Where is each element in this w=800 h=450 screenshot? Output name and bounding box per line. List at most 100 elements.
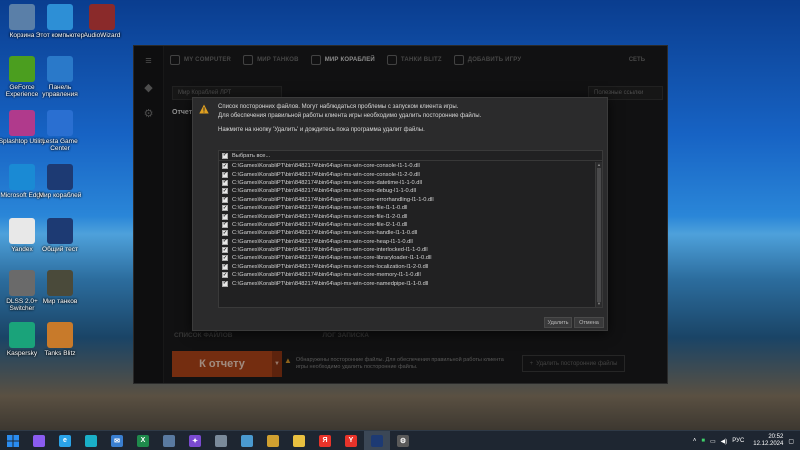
file-list: ✓ Выбрать все... ✓ C:\Games\KorabliPT\bin… xyxy=(218,150,603,308)
desktop-icon[interactable]: Мир танков xyxy=(34,270,86,305)
file-row[interactable]: ✓ C:\Games\KorabliPT\bin\8482174\bin64\ap… xyxy=(219,279,602,287)
taskbar-button[interactable] xyxy=(156,431,182,450)
desktop-icon-label: Tanks Blitz xyxy=(44,350,76,357)
common-test-icon xyxy=(47,218,73,244)
this-pc-icon xyxy=(47,4,73,30)
splashtop-icon xyxy=(9,110,35,136)
checkbox-checked-icon[interactable]: ✓ xyxy=(222,213,228,220)
desktop-icon-label: Панель управления xyxy=(42,84,78,99)
cancel-button[interactable]: Отмена xyxy=(574,317,604,328)
language-indicator[interactable]: РУС xyxy=(732,438,744,444)
file-path: C:\Games\KorabliPT\bin\8482174\bin64\api… xyxy=(232,272,421,279)
file-row[interactable]: ✓ C:\Games\KorabliPT\bin\8482174\bin64\ap… xyxy=(219,229,602,237)
notifications-icon[interactable]: ▢ xyxy=(788,438,794,445)
file-row[interactable]: ✓ C:\Games\KorabliPT\bin\8482174\bin64\ap… xyxy=(219,254,602,262)
taskbar-button[interactable]: e xyxy=(52,431,78,450)
file-path: C:\Games\KorabliPT\bin\8482174\bin64\api… xyxy=(232,263,429,270)
select-all-label: Выбрать все... xyxy=(232,152,271,159)
checkbox-checked-icon[interactable]: ✓ xyxy=(222,196,228,203)
file-row[interactable]: ✓ C:\Games\KorabliPT\bin\8482174\bin64\ap… xyxy=(219,187,602,195)
desktop-icon[interactable]: Lesta Game Center xyxy=(34,110,86,153)
desktop-icon[interactable]: Мир кораблей xyxy=(34,164,86,199)
file-row[interactable]: ✓ C:\Games\KorabliPT\bin\8482174\bin64\ap… xyxy=(219,246,602,254)
taskbar: e ✉ X ✦ Я Y ⚙ ˄ ■ ▭ ◀) РУС 20:52 12.12.2024 ▢ xyxy=(0,430,800,450)
excel-icon: X xyxy=(137,434,149,447)
clock[interactable]: 20:52 12.12.2024 xyxy=(753,434,783,449)
edge-icon xyxy=(85,434,97,447)
taskbar-button[interactable]: ✦ xyxy=(182,431,208,450)
desktop-icon[interactable]: Панель управления xyxy=(34,56,86,99)
checkbox-checked-icon[interactable]: ✓ xyxy=(222,255,228,262)
app-tray-icon[interactable]: ■ xyxy=(701,438,705,444)
checkbox-checked-icon[interactable]: ✓ xyxy=(222,205,228,212)
taskbar-button[interactable]: ✉ xyxy=(104,431,130,450)
taskbar-button[interactable] xyxy=(26,431,52,450)
file-row[interactable]: ✓ C:\Games\KorabliPT\bin\8482174\bin64\ap… xyxy=(219,263,602,271)
network-app-icon xyxy=(163,434,175,447)
file-row[interactable]: ✓ C:\Games\KorabliPT\bin\8482174\bin64\ap… xyxy=(219,221,602,229)
file-list-scrollbar[interactable]: ▲ ▼ xyxy=(595,162,602,307)
file-row[interactable]: ✓ C:\Games\KorabliPT\bin\8482174\bin64\ap… xyxy=(219,179,602,187)
mir-tankov-icon xyxy=(47,270,73,296)
file-row[interactable]: ✓ C:\Games\KorabliPT\bin\8482174\bin64\ap… xyxy=(219,238,602,246)
network-icon[interactable]: ▭ xyxy=(710,438,716,445)
taskbar-button[interactable] xyxy=(234,431,260,450)
chevron-up-icon[interactable]: ˄ xyxy=(693,438,697,444)
taskbar-button[interactable] xyxy=(78,431,104,450)
file-row[interactable]: ✓ C:\Games\KorabliPT\bin\8482174\bin64\ap… xyxy=(219,196,602,204)
volume-icon[interactable]: ◀) xyxy=(721,438,728,445)
desktop-icon[interactable]: AudioWizard xyxy=(76,4,128,39)
file-path: C:\Games\KorabliPT\bin\8482174\bin64\api… xyxy=(232,221,408,228)
checkbox-checked-icon[interactable]: ✓ xyxy=(222,247,228,254)
scroll-down-icon[interactable]: ▼ xyxy=(596,301,602,307)
taskbar-button[interactable] xyxy=(0,431,26,450)
taskbar-button[interactable] xyxy=(260,431,286,450)
select-all-row[interactable]: ✓ Выбрать все... xyxy=(219,151,602,161)
desktop-icon-label: AudioWizard xyxy=(83,32,121,39)
geforce-icon xyxy=(9,56,35,82)
file-path: C:\Games\KorabliPT\bin\8482174\bin64\api… xyxy=(232,196,434,203)
taskbar-button[interactable] xyxy=(364,430,390,450)
file-row[interactable]: ✓ C:\Games\KorabliPT\bin\8482174\bin64\ap… xyxy=(219,162,602,170)
file-path: C:\Games\KorabliPT\bin\8482174\bin64\api… xyxy=(232,179,422,186)
file-path: C:\Games\KorabliPT\bin\8482174\bin64\api… xyxy=(232,213,408,220)
file-row[interactable]: ✓ C:\Games\KorabliPT\bin\8482174\bin64\ap… xyxy=(219,271,602,279)
printer-icon xyxy=(215,434,227,447)
file-row[interactable]: ✓ C:\Games\KorabliPT\bin\8482174\bin64\ap… xyxy=(219,204,602,212)
file-path: C:\Games\KorabliPT\bin\8482174\bin64\api… xyxy=(232,238,413,245)
taskbar-button[interactable] xyxy=(208,431,234,450)
recycle-bin-icon xyxy=(9,4,35,30)
ie-icon: e xyxy=(59,434,71,447)
taskbar-button[interactable]: ⚙ xyxy=(390,431,416,450)
taskbar-button[interactable]: Я xyxy=(312,431,338,450)
file-path: C:\Games\KorabliPT\bin\8482174\bin64\api… xyxy=(232,230,418,237)
tanks-blitz-icon xyxy=(47,322,73,348)
taskbar-button[interactable]: Y xyxy=(338,431,364,450)
checkbox-checked-icon[interactable]: ✓ xyxy=(222,163,228,170)
system-tray: ˄ ■ ▭ ◀) РУС 20:52 12.12.2024 ▢ xyxy=(693,431,800,450)
checkbox-checked-icon[interactable]: ✓ xyxy=(222,230,228,237)
scrollbar-thumb[interactable] xyxy=(597,168,601,302)
checkbox-checked-icon[interactable]: ✓ xyxy=(222,221,228,228)
file-row[interactable]: ✓ C:\Games\KorabliPT\bin\8482174\bin64\ap… xyxy=(219,212,602,220)
mir-korabley-icon xyxy=(371,434,383,447)
file-row[interactable]: ✓ C:\Games\KorabliPT\bin\8482174\bin64\ap… xyxy=(219,170,602,178)
checkbox-checked-icon[interactable]: ✓ xyxy=(222,272,228,279)
checkbox-checked-icon[interactable]: ✓ xyxy=(222,152,228,159)
checkbox-checked-icon[interactable]: ✓ xyxy=(222,188,228,195)
file-path: C:\Games\KorabliPT\bin\8482174\bin64\api… xyxy=(232,163,420,170)
warning-icon xyxy=(199,104,209,114)
delete-button[interactable]: Удалить xyxy=(544,317,572,328)
checkbox-checked-icon[interactable]: ✓ xyxy=(222,280,228,287)
taskbar-button[interactable] xyxy=(286,431,312,450)
checkbox-checked-icon[interactable]: ✓ xyxy=(222,171,228,178)
kaspersky-icon xyxy=(9,322,35,348)
checkbox-checked-icon[interactable]: ✓ xyxy=(222,263,228,270)
taskbar-button[interactable]: X xyxy=(130,431,156,450)
checkbox-checked-icon[interactable]: ✓ xyxy=(222,238,228,245)
desktop-icon[interactable]: Tanks Blitz xyxy=(34,322,86,357)
desktop-icon[interactable]: Общий тест xyxy=(34,218,86,253)
clock-time: 20:52 xyxy=(768,433,784,440)
dialog-line-2: Для обеспечения правильной работы клиент… xyxy=(218,112,482,119)
checkbox-checked-icon[interactable]: ✓ xyxy=(222,179,228,186)
